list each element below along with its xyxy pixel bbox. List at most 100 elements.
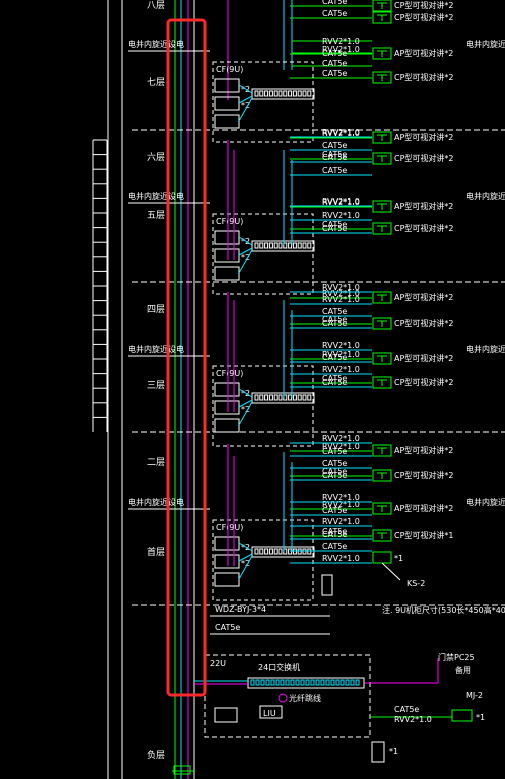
device-label: AP型可视对讲*2 [394, 445, 453, 455]
cable-label: RVV2*1.0 [322, 37, 360, 46]
cable-label: RVV2*1.0 [322, 197, 360, 206]
cable-label: RVV2*1.0 [322, 517, 360, 526]
cable-label: CAT5e [322, 471, 347, 480]
cable-label: CAT5e [322, 166, 347, 175]
odf-box [214, 248, 240, 263]
cable-label: RVV2*1.0 [322, 365, 360, 374]
cable-label: CAT5e [322, 9, 347, 18]
switch-port [290, 679, 295, 686]
switch-port [265, 679, 270, 686]
door-sub-label: 备用 [455, 665, 471, 675]
shaft-label-right: 电井内旋近 [466, 497, 505, 507]
switch-port [254, 90, 259, 97]
switch-port [268, 90, 273, 97]
odf-box [214, 400, 240, 415]
cabinet-label: CF(9U) [216, 523, 243, 532]
switch-port [302, 90, 307, 97]
switch-port [288, 90, 293, 97]
reader-icon [321, 574, 333, 596]
cable-label: CAT5e [322, 319, 347, 328]
device-label: AP型可视对讲*2 [394, 132, 453, 142]
floor-label: 八层 [147, 0, 165, 11]
odf-box [214, 114, 240, 129]
switch-port [302, 242, 307, 249]
switch-port [350, 679, 355, 686]
switch-port [278, 90, 283, 97]
switch-port [297, 242, 302, 249]
switch-port [273, 90, 278, 97]
switch-port [305, 679, 310, 686]
switch-port [355, 679, 360, 686]
switch-port [340, 679, 345, 686]
device-label: CP型可视对讲*2 [394, 72, 454, 82]
switch-port [310, 679, 315, 686]
floor-label: 三层 [147, 380, 165, 391]
switch-port [292, 242, 297, 249]
count-label: *1 [389, 747, 398, 756]
device-label: AP型可视对讲*2 [394, 292, 453, 302]
liu-label: LIU [263, 709, 276, 718]
cable-label: RVV2*1.0 [322, 434, 360, 443]
odf-box [214, 382, 240, 397]
switch-port [259, 548, 264, 555]
device-label: CP型可视对讲*2 [394, 377, 454, 387]
switch-port [259, 90, 264, 97]
switch-port [320, 679, 325, 686]
switch-label: 24口交换机 [258, 662, 300, 672]
fiber-label: 光纤跳线 [289, 693, 321, 703]
cable-label: RVV2*1.0 [322, 493, 360, 502]
switch-port [273, 242, 278, 249]
cabinet-label: CF(9U) [216, 369, 243, 378]
floor-label: 五层 [147, 210, 165, 221]
cable-label: CAT5e [322, 153, 347, 162]
cable-label: CAT5e [322, 224, 347, 233]
cabinet-label: CF(9U) [216, 217, 243, 226]
switch-port [254, 394, 259, 401]
switch-port [292, 90, 297, 97]
note-text: 注. 9U机柜尺寸(530长*450高*400厚) [382, 605, 505, 615]
switch-port [300, 679, 305, 686]
cable-label: RVV2*1.0 [322, 341, 360, 350]
switch-port [307, 394, 312, 401]
mj-label: MJ-2 [466, 691, 483, 700]
switch-port [264, 394, 269, 401]
device-label: CP型可视对讲*2 [394, 0, 454, 10]
switch-port [283, 90, 288, 97]
cable-label: RVV2*1.0 [322, 211, 360, 220]
switch-port [260, 679, 265, 686]
device-label: AP型可视对讲*2 [394, 503, 453, 513]
cable-label: RVV2*1.0 [322, 283, 360, 292]
cable-label: CAT5e [322, 49, 347, 58]
device-label: CP型可视对讲*1 [394, 530, 454, 540]
device-label: CP型可视对讲*2 [394, 470, 454, 480]
floor-label: 首层 [147, 546, 165, 558]
cable-label: CAT5e [322, 530, 347, 539]
switch-port [307, 242, 312, 249]
switch-port [250, 679, 255, 686]
switch-port [295, 679, 300, 686]
switch-port [273, 548, 278, 555]
cad-riser-diagram: 八层 七层 六层 五层 四层 三层 二层 首层 负层 电井内旋近设电 电井内旋近 电井内旋近设电 电井内… [0, 0, 505, 779]
switch-port [259, 394, 264, 401]
count-label: *1 [394, 554, 403, 563]
switch-port [297, 90, 302, 97]
fiber-icon [278, 693, 288, 703]
cable-label: CAT5e [322, 307, 347, 316]
switch-port [268, 242, 273, 249]
shaft-label-right: 电井内旋近 [466, 39, 505, 49]
device-label: AP型可视对讲*2 [394, 48, 453, 58]
device-label: AP型可视对讲*2 [394, 201, 453, 211]
switch-port [268, 548, 273, 555]
switch-port [297, 394, 302, 401]
cable-label: CAT5e [322, 69, 347, 78]
cable-label: CAT5e [322, 506, 347, 515]
odf-box [214, 572, 240, 587]
odf-box [214, 554, 240, 569]
switch-port [288, 394, 293, 401]
switch-port [264, 548, 269, 555]
floor-label: 六层 [147, 151, 165, 163]
switch-port [254, 548, 259, 555]
shaft-label: 电井内旋近设电 [128, 39, 184, 49]
switch-port [288, 242, 293, 249]
floor-label: 负层 [147, 749, 165, 761]
